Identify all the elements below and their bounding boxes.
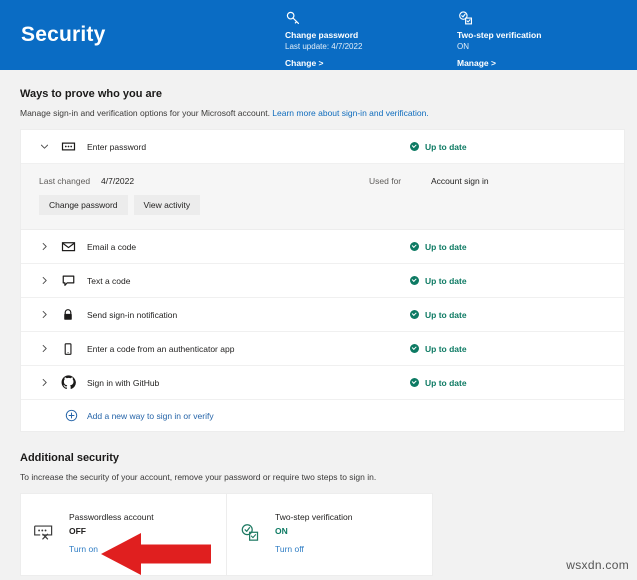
turn-off-link[interactable]: Turn off [275,541,304,557]
status-text: Up to date [425,275,467,286]
used-for-label: Used for [369,176,402,186]
used-for-value: Account sign in [431,176,489,186]
lock-icon [61,308,87,322]
add-new-way-label: Add a new way to sign in or verify [87,410,214,421]
check-circle-icon [410,310,419,319]
password-detail-panel: Last changed 4/7/2022 Change password Vi… [21,164,624,230]
header-card-two-step-verification[interactable]: Two-step verification ON Manage > [457,10,541,71]
password-detail-left: Last changed 4/7/2022 Change password Vi… [39,176,369,215]
method-row-email-a-code[interactable]: Email a code Up to date [21,230,624,264]
ways-section-title: Ways to prove who you are [20,88,163,100]
chevron-right-icon[interactable] [39,377,61,388]
status-text: Up to date [425,141,467,152]
chevron-right-icon[interactable] [39,309,61,320]
header-card-change-password[interactable]: Change password Last update: 4/7/2022 Ch… [285,10,362,71]
envelope-icon [61,239,87,254]
watermark: wsxdn.com [566,558,629,572]
method-row-send-sign-in-notification[interactable]: Send sign-in notification Up to date [21,298,624,332]
method-label: Text a code [87,275,131,286]
learn-more-link[interactable]: Learn more about sign-in and verificatio… [272,108,428,118]
check-circle-icon [410,276,419,285]
method-row-text-a-code[interactable]: Text a code Up to date [21,264,624,298]
check-circle-icon [410,378,419,387]
status-text: Up to date [425,309,467,320]
page-title: Security [21,23,106,46]
status-text: Up to date [425,377,467,388]
password-detail-right: Used for Account sign in [369,176,489,186]
status-badge: Up to date [410,344,610,354]
passwordless-account-card[interactable]: Passwordless account OFF Turn on [21,494,226,575]
last-changed-label: Last changed [39,176,91,186]
status-badge: Up to date [410,310,610,320]
method-label: Send sign-in notification [87,309,178,320]
main-content: Ways to prove who you are Manage sign-in… [0,88,637,576]
header-card-subtitle: Last update: 4/7/2022 [285,42,363,51]
header-card-link[interactable]: Change > [285,57,324,70]
two-step-verification-card[interactable]: Two-step verification ON Turn off [226,494,431,575]
additional-security-cards: Passwordless account OFF Turn on Two-ste… [20,493,433,576]
header-card-subtitle: ON [457,42,469,51]
sign-in-methods-card: Enter password Up to date Last changed 4… [20,129,625,432]
security-page: Security Change password Last update: 4/… [0,0,637,576]
view-activity-button[interactable]: View activity [133,195,201,215]
two-step-card-text: Two-step verification ON Turn off [275,509,352,557]
method-label: Sign in with GitHub [87,377,160,388]
phone-icon [61,342,87,356]
check-circle-icon [410,142,419,151]
page-header: Security Change password Last update: 4/… [0,0,637,70]
header-card-title: Two-step verification [457,30,542,40]
additional-section-title: Additional security [20,452,120,464]
passwordless-icon [33,509,59,547]
card-state: OFF [69,526,86,536]
add-new-way-row[interactable]: Add a new way to sign in or verify [21,400,624,431]
status-badge: Up to date [410,276,610,286]
status-badge: Up to date [410,242,610,252]
chevron-right-icon[interactable] [39,241,61,252]
method-label: Enter password [87,141,147,152]
last-changed-value: 4/7/2022 [101,176,135,186]
card-title: Passwordless account [69,512,154,522]
additional-section-description: To increase the security of your account… [20,472,377,482]
status-text: Up to date [425,343,467,354]
card-state: ON [275,526,288,536]
status-badge: Up to date [410,142,610,152]
chevron-down-icon[interactable] [39,141,61,152]
method-label: Email a code [87,241,137,252]
status-badge: Up to date [410,378,610,388]
check-circle-icon [410,344,419,353]
status-text: Up to date [425,241,467,252]
speech-bubble-icon [61,273,87,288]
card-title: Two-step verification [275,512,353,522]
method-row-enter-password[interactable]: Enter password Up to date [21,130,624,164]
passwordless-card-text: Passwordless account OFF Turn on [69,509,154,557]
two-step-verification-icon [457,10,541,27]
password-dots-icon [61,139,87,154]
github-icon [61,375,87,390]
header-card-link[interactable]: Manage > [457,57,496,70]
header-card-title: Change password [285,30,359,40]
method-row-authenticator-app[interactable]: Enter a code from an authenticator app U… [21,332,624,366]
key-icon [285,10,362,27]
plus-circle-icon [65,409,78,422]
ways-description-text: Manage sign-in and verification options … [20,108,273,118]
check-circle-icon [410,242,419,251]
chevron-right-icon[interactable] [39,343,61,354]
method-label: Enter a code from an authenticator app [87,343,235,354]
chevron-right-icon[interactable] [39,275,61,286]
change-password-button[interactable]: Change password [39,195,128,215]
method-row-sign-in-with-github[interactable]: Sign in with GitHub Up to date [21,366,624,400]
ways-section-description: Manage sign-in and verification options … [20,108,637,118]
turn-on-link[interactable]: Turn on [69,541,98,557]
two-step-check-icon [239,509,265,549]
